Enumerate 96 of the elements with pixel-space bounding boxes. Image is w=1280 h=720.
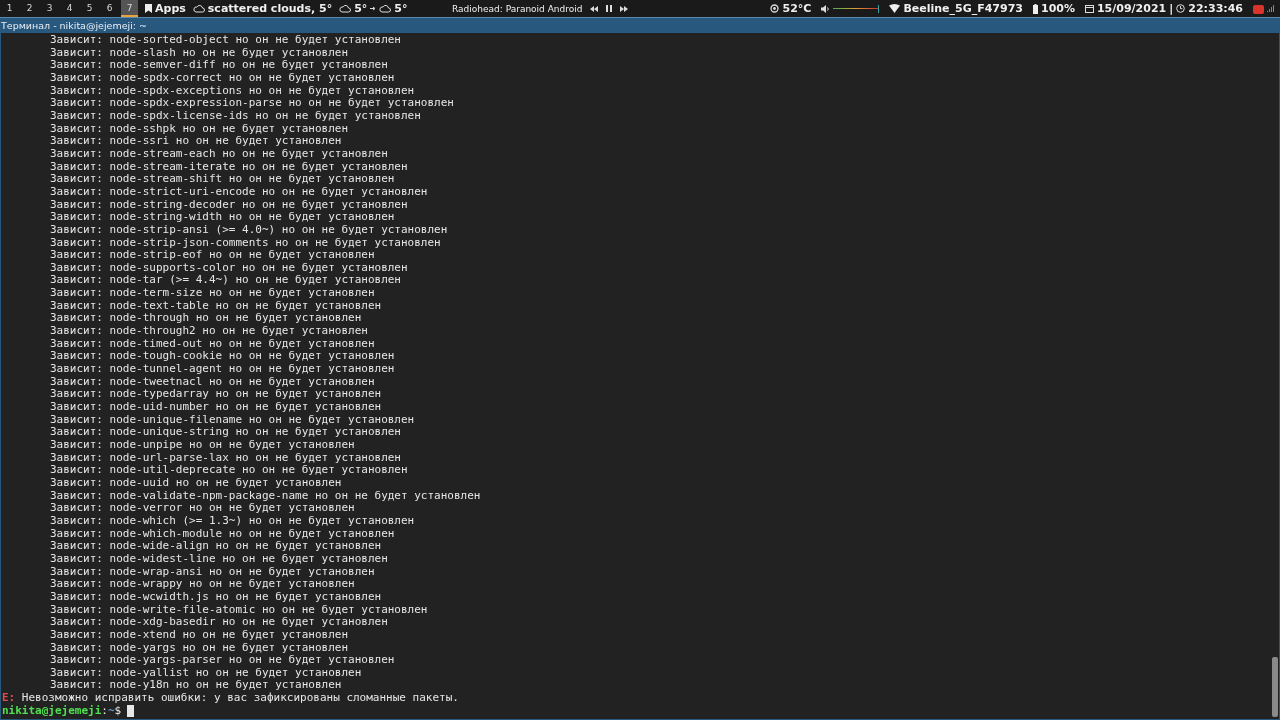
cpu-icon — [770, 4, 780, 13]
tray-app-icon[interactable] — [1253, 3, 1264, 14]
error-prefix: E: — [2, 692, 16, 705]
cloud-icon — [379, 4, 392, 13]
wifi-icon — [889, 4, 901, 13]
workspace-button[interactable]: 3 — [41, 0, 58, 17]
output-line: Зависит: node-uuid но он не будет установлен — [50, 476, 342, 490]
output-line: Зависит: node-stream-iterate но он не будет установлен — [50, 160, 408, 174]
output-line: Зависит: node-sorted-object но он не будет установлен — [50, 34, 401, 47]
output-line: Зависит: node-timed-out но он не будет установлен — [50, 337, 375, 351]
workspace-button[interactable]: 6 — [101, 0, 118, 17]
output-line: Зависит: node-yallist но он не будет установлен — [50, 666, 362, 680]
cloud-icon — [192, 4, 205, 13]
output-line: Зависит: node-strip-ansi (>= 4.0~) но он не будет установлен — [50, 223, 448, 237]
output-line: Зависит: node-string-width но он не будет установлен — [50, 211, 395, 224]
output-line: Зависит: node-string-decoder но он не будет установлен — [50, 198, 408, 212]
workspace-button[interactable]: 7 — [121, 0, 138, 17]
output-line: Зависит: node-through но он не будет установлен — [50, 312, 362, 326]
output-line: Зависит: node-write-file-atomic но он не будет установлен — [50, 603, 428, 617]
output-line: Зависит: node-ssri но он не будет установлен — [50, 135, 342, 148]
prompt-symbol: $ — [114, 704, 122, 718]
arrow-icon — [370, 6, 377, 11]
output-line: Зависит: node-xdg-basedir но он не будет установлен — [50, 616, 388, 629]
bookmark-icon — [145, 4, 152, 13]
workspace-button[interactable]: 1 — [1, 0, 18, 17]
output-line: Зависит: node-strip-eof но он не будет установлен — [50, 249, 375, 262]
time-text: 22:33:46 — [1188, 2, 1243, 15]
output-line: Зависит: node-wcwidth.js но он не будет установлен — [50, 590, 382, 604]
text-cursor — [127, 704, 135, 717]
output-line: Зависит: node-uid-number но он не будет установлен — [50, 401, 382, 414]
date-text: 15/09/2021 — [1096, 2, 1167, 15]
output-line: Зависит: node-which-module но он не будет установлен — [50, 527, 395, 541]
output-line: Зависит: node-typedarray но он не будет установлен — [50, 388, 382, 402]
output-line: Зависит: node-unique-filename но он не будет установлен — [50, 413, 415, 427]
output-line: Зависит: node-y18n но он не будет установлен — [50, 679, 342, 692]
output-line: Зависит: node-url-parse-lax но он не будет установлен — [50, 451, 401, 465]
output-line: Зависит: node-xtend но он не будет установлен — [50, 628, 348, 642]
rewind-icon[interactable] — [590, 5, 599, 12]
cloud-icon — [339, 4, 352, 13]
output-line: Зависит: node-unpipe но он не будет установлен — [50, 439, 355, 452]
output-line: Зависит: node-text-table но он не будет установлен — [50, 299, 382, 313]
apps-menu[interactable]: Apps — [155, 2, 186, 15]
forecast-text: 5° — [394, 2, 408, 15]
prompt-user-host: nikita@jejemeji — [2, 704, 102, 718]
temperature-text: 52°C — [782, 2, 812, 15]
signal-icon — [1267, 5, 1274, 12]
output-line: Зависит: node-spdx-license-ids но он не будет установлен — [50, 109, 421, 123]
output-line: Зависит: node-validate-npm-package-name но он не будет установлен — [50, 489, 481, 503]
output-line: Зависит: node-tough-cookie но он не будет установлен — [50, 350, 395, 364]
output-line: Зависит: node-which (>= 1.3~) но он не будет установлен — [50, 514, 415, 528]
wifi-network-text: Beeline_5G_F47973 — [903, 2, 1023, 15]
output-line: Зависит: node-tunnel-agent но он не будет установлен — [50, 363, 395, 376]
output-line: Зависит: node-through2 но он не будет установлен — [50, 325, 368, 338]
battery-text: 100% — [1041, 2, 1075, 15]
output-line: Зависит: node-stream-shift но он не будет установлен — [50, 173, 395, 186]
battery-icon — [1033, 3, 1038, 14]
separator-text: | — [1169, 2, 1174, 15]
output-line: Зависит: node-term-size но он не будет установлен — [50, 287, 375, 300]
prompt-colon: : — [101, 704, 108, 718]
output-line: Зависит: node-spdx-exceptions но он не будет установлен — [50, 84, 415, 98]
output-line: Зависит: node-tweetnacl но он не будет установлен — [50, 375, 375, 389]
output-line: Зависит: node-util-deprecate но он не будет установлен — [50, 464, 408, 477]
output-line: Зависит: node-tar (>= 4.4~) но он не будет установлен — [50, 274, 401, 288]
output-line: Зависит: node-yargs-parser но он не будет установлен — [50, 654, 395, 667]
error-message: Невозможно исправить ошибки: у вас зафиксированы сломанные пакеты. — [20, 692, 459, 705]
window-title: Терминал - nikita@jejemeji: ~ — [0, 17, 1280, 33]
output-line: Зависит: node-stream-each но он не будет установлен — [50, 147, 388, 161]
output-line: Зависит: node-strip-json-comments но он не будет установлен — [50, 236, 441, 250]
workspace-button[interactable]: 2 — [21, 0, 38, 17]
output-line: Зависит: node-sshpk но он не будет установлен — [50, 122, 348, 136]
scrollbar-thumb[interactable] — [1272, 657, 1278, 717]
output-line: Зависит: node-semver-diff но он не будет установлен — [50, 59, 388, 72]
output-line: Зависит: node-yargs но он не будет установлен — [50, 641, 348, 655]
workspace-button[interactable]: 5 — [81, 0, 98, 17]
pause-icon[interactable] — [606, 5, 613, 12]
prompt-path: ~ — [107, 704, 115, 718]
forecast-text: 5° — [354, 2, 368, 15]
clock-icon — [1176, 4, 1186, 13]
output-line: Зависит: node-wide-align но он не будет установлен — [50, 540, 382, 553]
output-line: Зависит: node-wrap-ansi но он не будет установлен — [50, 565, 375, 579]
fast-forward-icon[interactable] — [620, 5, 629, 12]
output-line: Зависит: node-unique-string но он не будет установлен — [50, 426, 401, 439]
now-playing-text: Radiohead: Paranoid Android — [452, 3, 583, 14]
output-line: Зависит: node-verror но он не будет установлен — [50, 502, 355, 515]
speaker-icon[interactable] — [821, 4, 831, 13]
workspace-button[interactable]: 4 — [61, 0, 78, 17]
volume-slider[interactable] — [833, 4, 880, 13]
output-line: Зависит: node-wrappy но он не будет установлен — [50, 578, 355, 591]
weather-text: scattered clouds, 5° — [207, 2, 333, 15]
output-line: Зависит: node-spdx-expression-parse но он не будет установлен — [50, 97, 454, 110]
calendar-icon — [1084, 4, 1094, 13]
output-line: Зависит: node-spdx-correct но он не будет установлен — [50, 71, 395, 85]
output-line: Зависит: node-supports-color но он не будет установлен — [50, 261, 408, 275]
output-line: Зависит: node-strict-uri-encode но он не будет установлен — [50, 185, 428, 199]
output-line: Зависит: node-widest-line но он не будет установлен — [50, 552, 388, 566]
output-line: Зависит: node-slash но он не будет установлен — [50, 46, 348, 60]
